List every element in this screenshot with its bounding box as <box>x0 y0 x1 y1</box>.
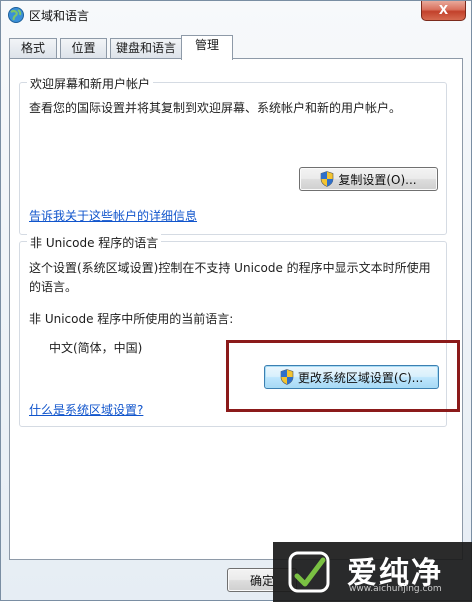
welcome-group-legend: 欢迎屏幕和新用户帐户 <box>27 75 154 92</box>
window-title: 区域和语言 <box>29 9 90 23</box>
what-is-system-locale-link[interactable]: 什么是系统区域设置? <box>29 401 143 418</box>
account-details-link[interactable]: 告诉我关于这些帐户的详细信息 <box>29 207 197 224</box>
brand-logo-icon <box>288 551 330 593</box>
watermark-banner: 爱纯净 www.aichunjing.com <box>273 542 472 602</box>
tab-formats[interactable]: 格式 <box>9 38 57 58</box>
title-bar[interactable]: 区域和语言 X <box>1 1 471 31</box>
globe-icon <box>8 7 24 23</box>
non-unicode-description: 这个设置(系统区域设置)控制在不支持 Unicode 的程序中显示文本时所使用的… <box>29 261 431 294</box>
non-unicode-group-legend: 非 Unicode 程序的语言 <box>27 234 162 251</box>
welcome-group-description: 查看您的国际设置并将其复制到欢迎屏幕、系统帐户和新的用户帐户。 <box>29 101 402 115</box>
tab-administrative[interactable]: 管理 <box>181 35 233 60</box>
region-language-dialog: 区域和语言 X 格式 位置 键盘和语言 管理 欢迎屏幕和新用户帐户 查看您的国际… <box>0 0 472 602</box>
current-language-label: 非 Unicode 程序中所使用的当前语言: <box>29 312 234 326</box>
watermark-url: www.aichunjing.com <box>349 584 442 594</box>
annotation-highlight-box <box>226 340 460 412</box>
close-button[interactable]: X <box>421 1 466 21</box>
welcome-screen-group: 欢迎屏幕和新用户帐户 查看您的国际设置并将其复制到欢迎屏幕、系统帐户和新的用户帐… <box>19 75 447 235</box>
copy-settings-button[interactable]: 复制设置(O)... <box>299 167 438 191</box>
uac-shield-icon <box>321 171 334 187</box>
current-language-value: 中文(简体，中国) <box>49 341 143 355</box>
tab-keyboards-languages[interactable]: 键盘和语言 <box>110 38 182 58</box>
copy-settings-label: 复制设置(O)... <box>338 172 417 187</box>
tab-location[interactable]: 位置 <box>60 38 107 58</box>
tab-panel-administrative: 欢迎屏幕和新用户帐户 查看您的国际设置并将其复制到欢迎屏幕、系统帐户和新的用户帐… <box>9 58 463 560</box>
tab-strip: 格式 位置 键盘和语言 管理 <box>9 35 465 60</box>
